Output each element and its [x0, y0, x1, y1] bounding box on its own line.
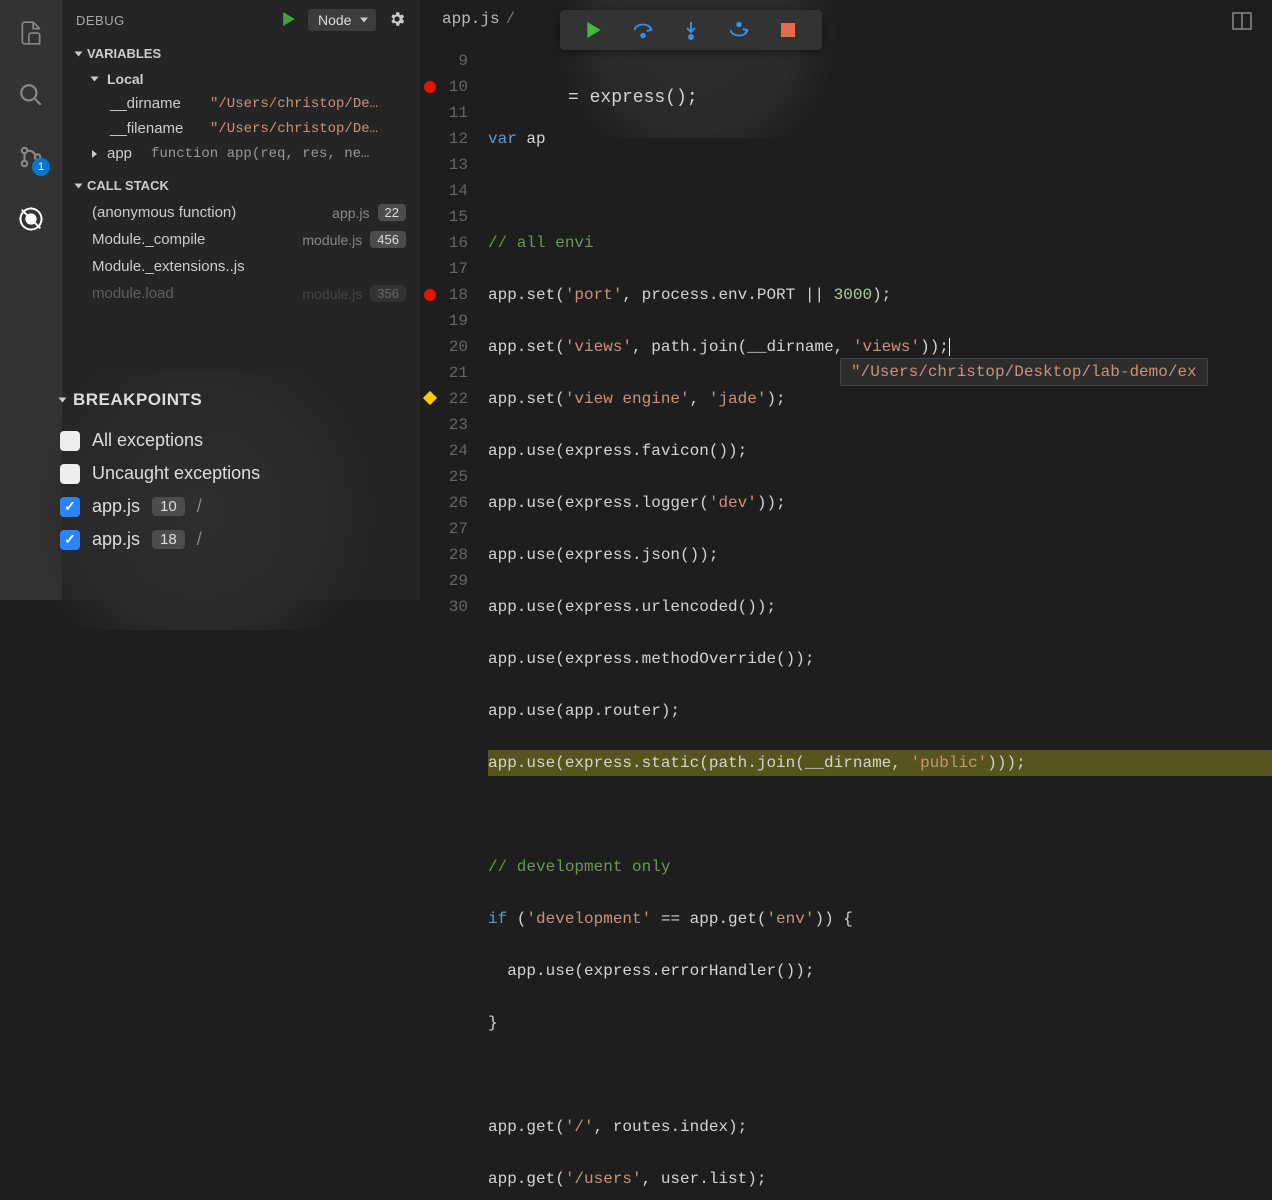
bp-item[interactable]: app.js 10 / [60, 490, 372, 523]
debug-config-select[interactable]: Node [308, 9, 376, 31]
var-dirname[interactable]: __dirname "/Users/christop/De… [62, 91, 420, 116]
sidebar-title: DEBUG [76, 13, 125, 28]
breakpoints-header[interactable]: BREAKPOINTS [60, 390, 372, 410]
checkbox-icon[interactable] [60, 464, 80, 484]
checkbox-icon[interactable] [60, 431, 80, 451]
start-debug-icon[interactable] [282, 12, 296, 29]
stop-button[interactable] [776, 18, 800, 42]
search-icon[interactable] [16, 80, 46, 110]
source-control-icon[interactable]: 1 [16, 142, 46, 172]
bp-all-exceptions[interactable]: All exceptions [60, 424, 372, 457]
bp-uncaught-exceptions[interactable]: Uncaught exceptions [60, 457, 372, 490]
inline-expression: = express(); [568, 88, 698, 108]
scm-badge: 1 [32, 158, 50, 176]
var-filename[interactable]: __filename "/Users/christop/De… [62, 116, 420, 141]
callstack-section[interactable]: CALL STACK [62, 172, 420, 199]
scope-local[interactable]: Local [62, 67, 420, 91]
sidebar-header: DEBUG Node [62, 0, 420, 40]
stack-frame[interactable]: Module._compile module.js 456 [62, 226, 420, 253]
continue-button[interactable] [582, 18, 606, 42]
step-into-button[interactable] [679, 18, 703, 42]
var-app[interactable]: app function app(req, res, ne… [62, 141, 420, 166]
step-over-button[interactable] [631, 18, 655, 42]
code-content[interactable]: var ap // all envi app.set('port', proce… [488, 48, 1272, 1200]
checkbox-icon[interactable] [60, 497, 80, 517]
gear-icon[interactable] [388, 10, 406, 31]
bp-item[interactable]: app.js 18 / [60, 523, 372, 556]
split-editor-icon[interactable] [1232, 12, 1252, 33]
editor-tabs: app.js / [420, 0, 1272, 38]
stack-frame[interactable]: Module._extensions..js [62, 253, 420, 280]
breakpoints-panel: BREAKPOINTS All exceptions Uncaught exce… [0, 370, 400, 630]
explorer-icon[interactable] [16, 18, 46, 48]
stack-frame[interactable]: (anonymous function) app.js 22 [62, 199, 420, 226]
checkbox-icon[interactable] [60, 530, 80, 550]
variable-hover-tooltip: "/Users/christop/Desktop/lab-demo/ex [840, 358, 1208, 386]
step-out-button[interactable] [727, 18, 751, 42]
debug-toolbar [560, 10, 822, 50]
debug-icon[interactable] [16, 204, 46, 234]
stack-frame[interactable]: module.load module.js 356 [62, 280, 420, 307]
line-numbers: 91011121314 151617181920 212223242526 27… [420, 48, 478, 620]
tab-appjs[interactable]: app.js [442, 10, 500, 28]
variables-section[interactable]: VARIABLES [62, 40, 420, 67]
editor: app.js / 91011121314 151617181920 212223… [420, 0, 1272, 600]
